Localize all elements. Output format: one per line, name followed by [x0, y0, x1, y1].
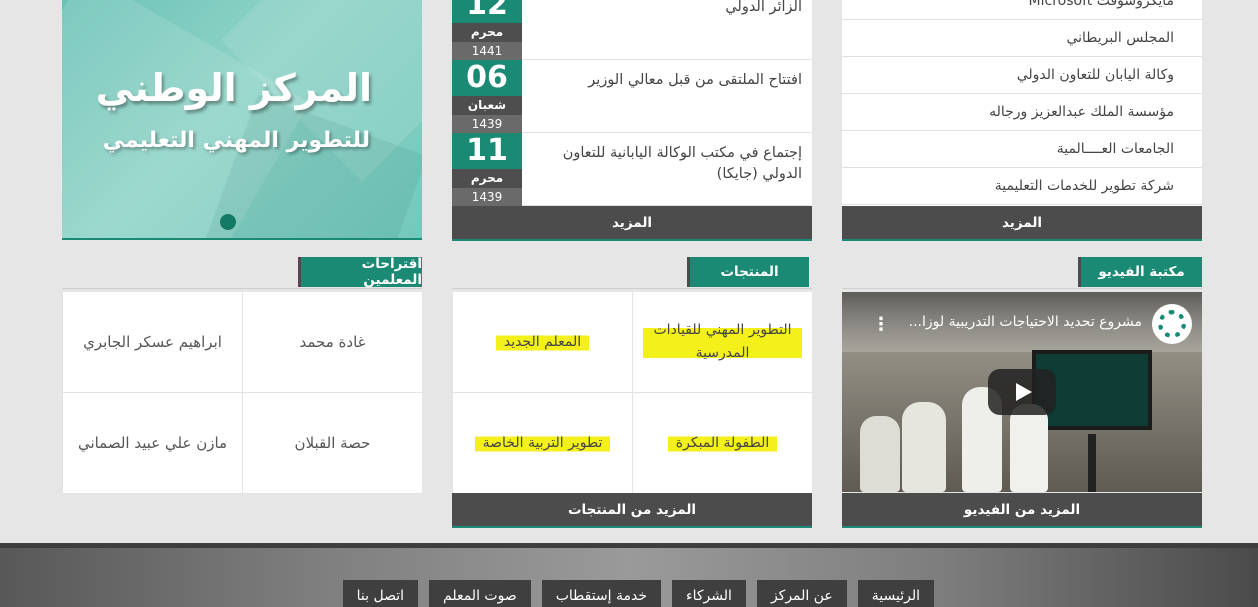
section-header: اقتراحات المعلمين	[298, 256, 422, 288]
product-item[interactable]: المعلم الجديد	[452, 292, 632, 393]
partner-item[interactable]: الجامعات العــــالمية	[842, 131, 1202, 168]
product-label: المعلم الجديد	[495, 330, 590, 354]
news-item[interactable]: 12 محرم 1441 الزائر الدولي	[452, 0, 812, 60]
product-label: التطوير المهني للقيادات المدرسية	[643, 319, 802, 365]
products-section: المنتجات التطوير المهني للقيادات المدرسي…	[452, 257, 812, 528]
date-year: 1439	[452, 115, 522, 133]
nav-contact[interactable]: اتصل بنا	[342, 580, 418, 607]
section-divider	[452, 288, 812, 289]
product-label: تطوير التربية الخاصة	[474, 431, 611, 455]
teacher-item[interactable]: مازن علي عبيد الصماني	[62, 393, 242, 494]
banner-slider[interactable]: المركز الوطني للتطوير المهني التعليمي	[62, 0, 422, 240]
nav-teacher-voice[interactable]: صوت المعلم	[429, 580, 531, 607]
date-year: 1441	[452, 42, 522, 60]
products-more-button[interactable]: المزيد من المنتجات	[452, 493, 812, 528]
date-year: 1439	[452, 188, 522, 206]
video-thumbnail-person	[1010, 404, 1048, 492]
video-library-section: مكتبة الفيديو مشروع تحديد الاحتياجات الت…	[842, 257, 1202, 528]
partner-item[interactable]: مايكروسوفت Microsoft	[842, 0, 1202, 20]
video-more-button[interactable]: المزيد من الفيديو	[842, 493, 1202, 528]
section-divider	[62, 288, 422, 289]
banner-subtitle: للتطوير المهني التعليمي	[102, 128, 370, 153]
footer-nav: الرئيسية عن المركز الشركاء خدمة إستقطاب …	[342, 580, 934, 607]
nav-about[interactable]: عن المركز	[756, 580, 847, 607]
more-vert-icon[interactable]: ⋮	[872, 314, 890, 335]
news-item[interactable]: 11 محرم 1439 إجتماع في مكتب الوكالة اليا…	[452, 133, 812, 206]
news-item[interactable]: 06 شعبان 1439 افتتاح الملتقى من قبل معال…	[452, 60, 812, 133]
nav-recruitment[interactable]: خدمة إستقطاب	[541, 580, 662, 607]
footer: الرئيسية عن المركز الشركاء خدمة إستقطاب …	[0, 543, 1258, 607]
section-header: المنتجات	[687, 257, 809, 287]
teachers-grid: غادة محمد ابراهيم عسكر الجابري حصة القبل…	[62, 292, 422, 494]
date-month: محرم	[452, 23, 522, 42]
date-day: 11	[452, 133, 522, 169]
nav-home[interactable]: الرئيسية	[857, 580, 934, 607]
teacher-suggestions-section: اقتراحات المعلمين غادة محمد ابراهيم عسكر…	[62, 256, 422, 497]
partner-item[interactable]: وكالة اليابان للتعاون الدولي	[842, 57, 1202, 94]
date-badge: 12 محرم 1441	[452, 0, 522, 60]
news-more-button[interactable]: المزيد	[452, 206, 812, 241]
video-title[interactable]: مشروع تحديد الاحتياجات التدريبية لوزا...	[902, 314, 1142, 330]
partner-item[interactable]: المجلس البريطاني	[842, 20, 1202, 57]
product-item[interactable]: التطوير المهني للقيادات المدرسية	[632, 292, 812, 393]
product-item[interactable]: الطفولة المبكرة	[632, 393, 812, 494]
play-icon[interactable]	[988, 369, 1056, 415]
video-player[interactable]: مشروع تحديد الاحتياجات التدريبية لوزا...…	[842, 292, 1202, 492]
teacher-item[interactable]: ابراهيم عسكر الجابري	[62, 292, 242, 393]
video-thumbnail-person	[902, 402, 946, 492]
nav-partners[interactable]: الشركاء	[672, 580, 746, 607]
section-divider	[842, 288, 1202, 289]
date-day: 12	[452, 0, 522, 23]
product-label: الطفولة المبكرة	[667, 431, 778, 455]
news-title[interactable]: الزائر الدولي	[532, 0, 802, 18]
partner-item[interactable]: مؤسسة الملك عبدالعزيز ورجاله	[842, 94, 1202, 131]
date-month: محرم	[452, 169, 522, 188]
partner-item[interactable]: شركة تطوير للخدمات التعليمية	[842, 168, 1202, 205]
date-badge: 06 شعبان 1439	[452, 60, 522, 133]
news-title[interactable]: إجتماع في مكتب الوكالة اليابانية للتعاون…	[532, 143, 802, 185]
channel-logo-icon[interactable]	[1152, 304, 1192, 344]
partners-more-button[interactable]: المزيد	[842, 206, 1202, 241]
date-day: 06	[452, 60, 522, 96]
products-grid: التطوير المهني للقيادات المدرسية المعلم …	[452, 292, 812, 494]
video-thumbnail-person	[860, 416, 900, 492]
slider-dot[interactable]	[220, 214, 236, 230]
news-panel: 12 محرم 1441 الزائر الدولي 06 شعبان 1439…	[452, 0, 812, 241]
section-header: مكتبة الفيديو	[1078, 257, 1202, 287]
date-badge: 11 محرم 1439	[452, 133, 522, 206]
teacher-item[interactable]: حصة القبلان	[242, 393, 422, 494]
news-title[interactable]: افتتاح الملتقى من قبل معالي الوزير	[532, 70, 802, 91]
product-item[interactable]: تطوير التربية الخاصة	[452, 393, 632, 494]
banner-title: المركز الوطني	[95, 66, 372, 110]
video-thumbnail-stand	[1088, 434, 1096, 492]
date-month: شعبان	[452, 96, 522, 115]
partners-list: مايكروسوفت Microsoft المجلس البريطاني وك…	[842, 0, 1202, 205]
partners-panel: مايكروسوفت Microsoft المجلس البريطاني وك…	[842, 0, 1202, 241]
teacher-item[interactable]: غادة محمد	[242, 292, 422, 393]
